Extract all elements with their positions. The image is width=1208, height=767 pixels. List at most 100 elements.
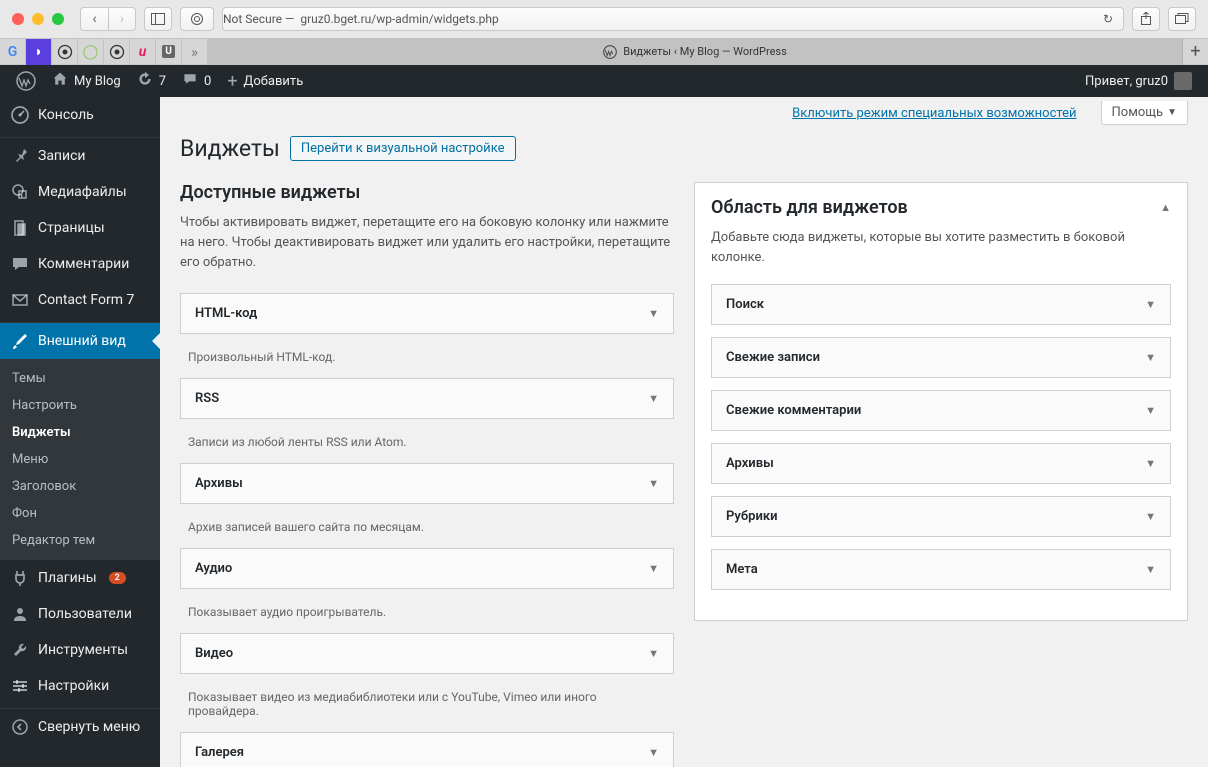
wordpress-icon <box>16 71 36 91</box>
sidebar-collapse[interactable]: Свернуть меню <box>0 709 160 745</box>
area-widget[interactable]: Свежие записи ▼ <box>711 337 1171 378</box>
submenu-header[interactable]: Заголовок <box>0 473 160 500</box>
submenu-menus[interactable]: Меню <box>0 446 160 473</box>
submenu-themes[interactable]: Темы <box>0 365 160 392</box>
widget-area-header[interactable]: Область для виджетов ▲ <box>711 197 1171 218</box>
help-tab[interactable]: Помощь ▼ <box>1101 101 1188 125</box>
chevron-down-icon: ▼ <box>648 392 659 405</box>
favorites-item-2[interactable] <box>52 39 78 65</box>
sidebar-item-dashboard[interactable]: Консоль <box>0 97 160 133</box>
area-widget-title: Свежие комментарии <box>726 403 861 418</box>
area-widget[interactable]: Рубрики▼ <box>711 496 1171 537</box>
wp-logo-menu[interactable] <box>8 65 44 97</box>
submenu-theme-editor[interactable]: Редактор тем <box>0 527 160 554</box>
browser-sidebar-button[interactable] <box>144 7 172 31</box>
new-content-label: Добавить <box>244 74 304 89</box>
submenu-widgets[interactable]: Виджеты <box>0 419 160 446</box>
comments-count: 0 <box>204 74 211 89</box>
browser-back-button[interactable]: ‹ <box>80 7 108 31</box>
sidebar-item-appearance[interactable]: Внешний вид <box>0 323 160 359</box>
sidebar-item-label: Страницы <box>38 220 105 236</box>
new-tab-button[interactable]: + <box>1182 39 1208 65</box>
favorites-g[interactable]: G <box>0 39 26 65</box>
chevron-down-icon: ▼ <box>1167 107 1177 118</box>
wp-admin-bar: My Blog 7 0 + Добавить Привет, gruz0 <box>0 65 1208 97</box>
area-widget[interactable]: Свежие комментарии▼ <box>711 390 1171 431</box>
admin-sidebar: Консоль Записи Медиафайлы Страницы Комме… <box>0 97 160 767</box>
sidebar-item-users[interactable]: Пользователи <box>0 596 160 632</box>
available-widget[interactable]: Архивы ▼ <box>180 463 674 504</box>
my-account-menu[interactable]: Привет, gruz0 <box>1077 65 1200 97</box>
reload-icon[interactable]: ↻ <box>1103 12 1113 26</box>
area-widget[interactable]: Мета▼ <box>711 549 1171 590</box>
available-widget-description: Записи из любой ленты RSS или Atom. <box>180 429 674 463</box>
favorites-item-1[interactable]: ◗ <box>26 39 52 65</box>
sidebar-item-label: Консоль <box>38 107 94 123</box>
site-name-label: My Blog <box>74 74 121 89</box>
share-button[interactable] <box>1132 7 1160 31</box>
favorites-more[interactable]: » <box>182 39 208 65</box>
show-tabs-button[interactable] <box>1168 7 1196 31</box>
sidebar-item-plugins[interactable]: Плагины 2 <box>0 560 160 596</box>
plus-icon: + <box>227 71 237 92</box>
submenu-customize[interactable]: Настроить <box>0 392 160 419</box>
favorites-item-6[interactable]: U <box>156 39 182 65</box>
browser-tab[interactable]: Виджеты ‹ My Blog — WordPress <box>208 39 1182 65</box>
available-widget[interactable]: Аудио▼ <box>180 548 674 589</box>
area-widget[interactable]: Архивы▼ <box>711 443 1171 484</box>
favorites-item-5[interactable]: u <box>130 39 156 65</box>
available-widget-title: Галерея <box>195 745 244 760</box>
url-bar[interactable]: Not Secure — gruz0.bget.ru/wp-admin/widg… <box>222 7 1124 31</box>
window-maximize-button[interactable] <box>52 13 64 25</box>
area-widget-title: Мета <box>726 562 758 577</box>
pin-icon <box>10 146 30 166</box>
new-content-menu[interactable]: + Добавить <box>219 65 311 97</box>
window-close-button[interactable] <box>12 13 24 25</box>
available-widget[interactable]: RSS▼ <box>180 378 674 419</box>
sidebar-item-label: Записи <box>38 148 86 164</box>
accessibility-mode-link[interactable]: Включить режим специальных возможностей <box>792 106 1076 121</box>
sidebar-item-contact-form-7[interactable]: Contact Form 7 <box>0 282 160 318</box>
sidebar-item-label: Пользователи <box>38 606 132 622</box>
sidebar-item-label: Свернуть меню <box>38 719 140 735</box>
browser-forward-button[interactable]: › <box>108 7 136 31</box>
update-badge: 2 <box>109 572 126 584</box>
available-widget-description: Показывает аудио проигрыватель. <box>180 599 674 633</box>
chevron-down-icon: ▼ <box>1145 351 1156 364</box>
sidebar-item-tools[interactable]: Инструменты <box>0 632 160 668</box>
chevron-down-icon: ▼ <box>1145 510 1156 523</box>
appearance-submenu: Темы Настроить Виджеты Меню Заголовок Фо… <box>0 359 160 560</box>
site-name-menu[interactable]: My Blog <box>44 65 129 97</box>
favorites-item-3[interactable]: ◯ <box>78 39 104 65</box>
comments-menu[interactable]: 0 <box>174 65 219 97</box>
sidebar-item-posts[interactable]: Записи <box>0 138 160 174</box>
update-icon <box>137 71 153 91</box>
available-widget[interactable]: Видео▼ <box>180 633 674 674</box>
sidebar-item-media[interactable]: Медиафайлы <box>0 174 160 210</box>
sidebar-item-settings[interactable]: Настройки <box>0 668 160 704</box>
area-widget[interactable]: Поиск▼ <box>711 284 1171 325</box>
page-icon <box>10 218 30 238</box>
chevron-down-icon: ▼ <box>1145 457 1156 470</box>
widget-area-title: Область для виджетов <box>711 197 908 218</box>
sidebar-item-label: Внешний вид <box>38 333 126 349</box>
chevron-down-icon: ▼ <box>648 562 659 575</box>
url-security-label: Not Secure — <box>223 12 294 26</box>
favorites-item-4[interactable] <box>104 39 130 65</box>
privacy-report-button[interactable] <box>180 7 214 31</box>
window-minimize-button[interactable] <box>32 13 44 25</box>
chevron-down-icon: ▼ <box>648 477 659 490</box>
available-widget-title: Архивы <box>195 476 243 491</box>
sidebar-item-pages[interactable]: Страницы <box>0 210 160 246</box>
submenu-background[interactable]: Фон <box>0 500 160 527</box>
updates-menu[interactable]: 7 <box>129 65 174 97</box>
area-widget-title: Свежие записи <box>726 350 820 365</box>
dashboard-icon <box>10 105 30 125</box>
comment-icon <box>10 254 30 274</box>
sidebar-item-comments[interactable]: Комментарии <box>0 246 160 282</box>
chevron-down-icon: ▼ <box>648 746 659 759</box>
available-widget[interactable]: HTML-код▼ <box>180 293 674 334</box>
visual-customize-button[interactable]: Перейти к визуальной настройке <box>290 136 516 161</box>
window-controls <box>12 13 64 25</box>
available-widget[interactable]: Галерея ▼ <box>180 732 674 767</box>
